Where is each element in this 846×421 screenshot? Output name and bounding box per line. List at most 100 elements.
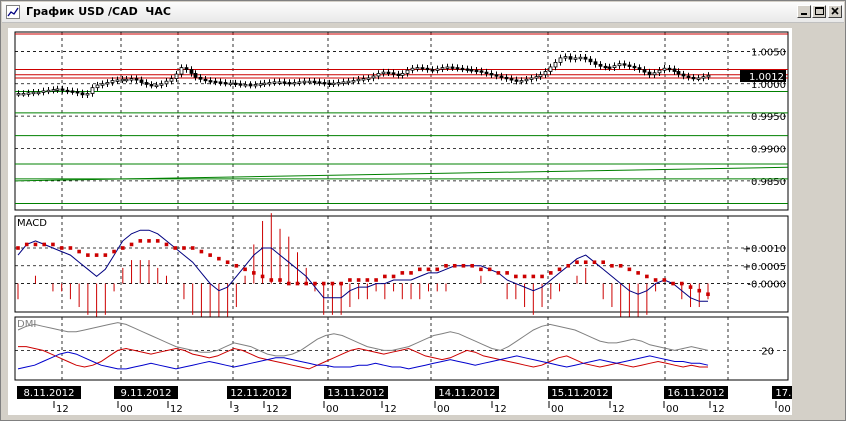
price-candle xyxy=(622,63,627,66)
macd-signal-dot xyxy=(313,281,317,286)
price-candle xyxy=(396,73,401,76)
macd-signal-dot xyxy=(103,253,108,257)
macd-signal-dot xyxy=(575,260,579,265)
price-candle xyxy=(455,67,460,70)
price-candle xyxy=(60,88,65,91)
macd-signal-dot xyxy=(243,267,247,272)
macd-signal-dot xyxy=(252,271,256,275)
price-panel-frame xyxy=(14,31,789,211)
macd-signal-dot xyxy=(383,274,387,279)
macd-signal-dot xyxy=(112,249,116,254)
macd-signal-dot xyxy=(147,239,151,243)
price-candle xyxy=(612,65,617,68)
price-candle xyxy=(36,91,41,95)
price-candle xyxy=(331,82,336,86)
price-candle xyxy=(534,76,539,79)
price-candle xyxy=(460,67,465,71)
macd-signal-dot xyxy=(671,281,675,286)
macd-signal-dot xyxy=(592,260,597,265)
price-candle xyxy=(282,81,287,84)
price-candle xyxy=(317,81,322,84)
macd-signal-dot xyxy=(304,281,309,286)
price-candle xyxy=(80,92,85,96)
date-label: 14.11.2012 xyxy=(438,388,495,399)
price-candle xyxy=(420,67,425,70)
price-candle xyxy=(233,82,238,86)
hour-label: 00 xyxy=(666,404,679,415)
minimize-button[interactable] xyxy=(797,5,811,18)
time-axis: 8.11.2012 9.11.2012 12.11.2012 13.11.2012 14… xyxy=(8,383,836,415)
macd-signal-dot xyxy=(182,246,186,250)
price-candle xyxy=(647,71,652,76)
macd-signal-dot xyxy=(286,281,291,286)
price-candle xyxy=(627,64,632,67)
price-candle xyxy=(637,67,642,70)
price-candle xyxy=(351,80,356,83)
price-candle xyxy=(198,76,203,80)
price-candle xyxy=(489,73,494,76)
price-candle xyxy=(341,81,346,84)
macd-signal-dot xyxy=(583,260,588,265)
price-candle xyxy=(578,56,583,60)
price-candle xyxy=(499,75,504,78)
price-candle xyxy=(469,69,474,72)
hour-label: 12 xyxy=(56,404,69,415)
price-candle xyxy=(514,79,519,82)
macd-signal-dot xyxy=(138,239,143,243)
macd-signal-dot xyxy=(173,246,178,250)
macd-signal-dot xyxy=(51,242,55,247)
macd-signal-dot xyxy=(77,249,81,254)
price-candle xyxy=(100,83,105,86)
price-candle xyxy=(667,67,672,71)
price-candle xyxy=(31,91,36,95)
macd-signal-dot xyxy=(610,263,614,268)
price-candle xyxy=(356,78,361,82)
chart-canvas[interactable]: 1.00501.00000.99500.99000.98501.0012 MAC… xyxy=(8,28,836,415)
macd-signal-dot xyxy=(557,267,562,272)
price-candle xyxy=(208,80,213,83)
chart-app-icon xyxy=(6,5,20,19)
close-button[interactable] xyxy=(828,5,842,18)
maximize-button[interactable] xyxy=(812,5,826,18)
price-candle xyxy=(662,67,667,71)
price-candle xyxy=(672,68,677,72)
price-candle xyxy=(258,83,263,86)
macd-signal-dot xyxy=(225,260,230,265)
price-candle xyxy=(95,84,100,89)
price-candle xyxy=(26,92,31,95)
price-candle xyxy=(124,78,129,82)
price-candle xyxy=(134,78,139,81)
price-candle xyxy=(307,80,312,84)
price-candle xyxy=(376,73,381,77)
macd-signal-dot xyxy=(164,242,169,247)
price-candle xyxy=(297,81,302,84)
macd-signal-dot xyxy=(627,267,632,272)
price-candle xyxy=(154,84,159,87)
price-candle xyxy=(90,87,95,94)
price-candle xyxy=(632,65,637,69)
chart-client-area: 1.0050 1.0000 0.9950 0.9900 0.9850 1.0012 MAC… xyxy=(8,28,836,415)
macd-signal-dot xyxy=(330,281,335,286)
macd-signal-dot xyxy=(461,263,466,268)
price-candle xyxy=(55,88,60,91)
macd-signal-dot xyxy=(636,271,640,275)
hour-label: 00 xyxy=(551,404,564,415)
price-candle xyxy=(262,82,267,86)
macd-signal-dot xyxy=(269,278,274,282)
title-bar[interactable]: График USD /CAD ЧАС xyxy=(2,2,844,23)
price-candle xyxy=(435,68,440,71)
macd-signal-dot xyxy=(566,263,571,268)
price-candle xyxy=(617,63,622,67)
price-candle xyxy=(21,93,26,96)
macd-signal-dot xyxy=(479,267,483,272)
price-candle xyxy=(327,82,332,86)
price-candle xyxy=(75,91,80,94)
price-candle xyxy=(563,56,568,59)
price-panel[interactable]: 1.00501.00000.99500.99000.98501.0012 xyxy=(14,31,789,211)
price-candle xyxy=(553,62,558,68)
dmi-panel[interactable]: DMI20 xyxy=(14,316,789,381)
price-candle xyxy=(676,71,681,75)
date-label: 8.11.2012 xyxy=(24,388,75,399)
price-candle xyxy=(484,71,489,75)
macd-panel-frame xyxy=(14,215,789,313)
